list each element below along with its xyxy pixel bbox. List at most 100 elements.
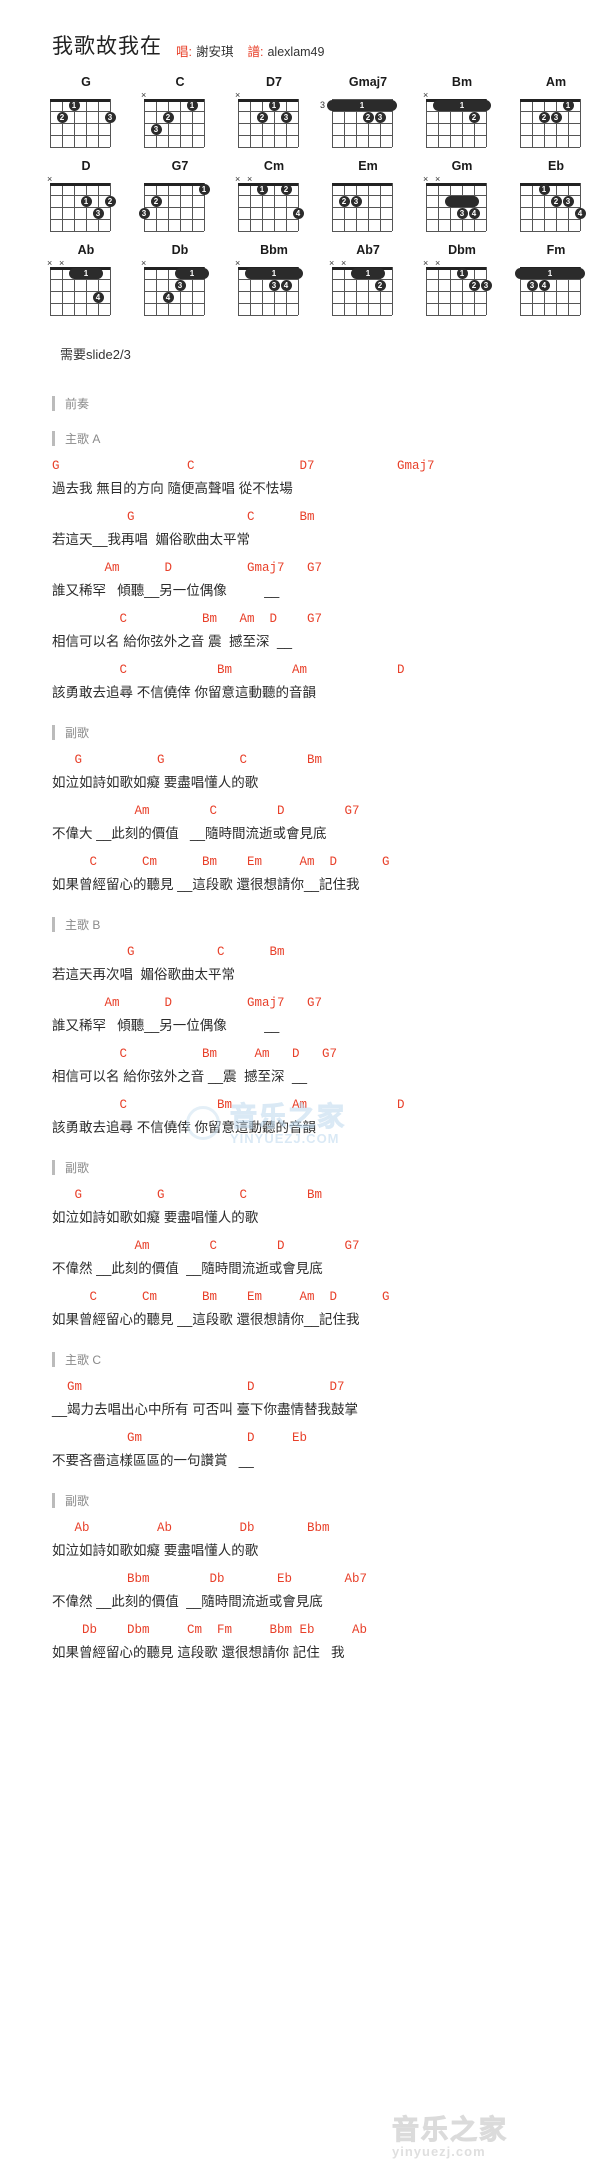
finger-dot: 4 (92, 291, 104, 303)
lyrics-section: 副歌 G G C Bm 如泣如詩如歌如癡 要盡唱懂人的歌 Am C D G7 不偉然… (52, 1159, 612, 1333)
fretboard: × × 3 4 (412, 174, 506, 232)
chord-lyric-line: Ab Ab Db Bbm 如泣如詩如歌如癡 要盡唱懂人的歌 (52, 1519, 612, 1564)
chord-name-label: Ab7 (356, 243, 380, 257)
finger-dot: 1 (268, 99, 280, 111)
chord-diagram-db: Db × 1 3 4 (130, 242, 224, 316)
chord-diagram-dbm: Dbm × × 1 2 3 (412, 242, 506, 316)
chord-diagram-cm: Cm × × 1 2 4 (224, 158, 318, 232)
finger-dot: 2 (104, 195, 116, 207)
chord-lyric-line: Gm D D7 __竭力去唱出心中所有 可否叫 臺下你盡情替我鼓掌 (52, 1378, 612, 1423)
chord-line: C Bm Am D (52, 1098, 405, 1112)
finger-dot: 2 (256, 111, 268, 123)
chord-lyric-line: G G C Bm 如泣如詩如歌如癡 要盡唱懂人的歌 (52, 1186, 612, 1231)
finger-dot: 3 (374, 111, 386, 123)
chord-lyric-line: C Bm Am D 該勇敢去追尋 不信僥倖 你留意這動聽的音韻 (52, 1096, 612, 1141)
chord-line: C Bm Am D (52, 663, 405, 677)
chord-line: Am D Gmaj7 G7 (52, 996, 323, 1010)
chord-diagram-c: C × 3 2 1 (130, 74, 224, 148)
fretboard: 23 (318, 174, 412, 232)
lyric-line: 如泣如詩如歌如癡 要盡唱懂人的歌 (52, 1543, 259, 1558)
lyric-line: 相信可以名 給你弦外之音 震 撼至深 __ (52, 634, 293, 649)
tab-label: 譜: (247, 45, 264, 59)
chord-name-label: Fm (546, 243, 566, 257)
lyric-line: 不偉然 __此刻的價值 __隨時間流逝或會見底 (52, 1594, 323, 1609)
chord-name-label: C (175, 75, 185, 89)
chord-line: C Cm Bm Em Am D G (52, 1290, 390, 1304)
chord-row: Ab × × 1 4 Db × 1 3 4 Bbm × 1 3 4 Ab7 × × 1 2 Dbm × × 1 2 3 Fm 1 3 4 (36, 242, 612, 316)
chord-diagram-ab: Ab × × 1 4 (36, 242, 130, 316)
chord-lyric-line: G C D7 Gmaj7 過去我 無目的方向 隨便高聲唱 從不怯場 (52, 457, 612, 502)
finger-dot: 3 (268, 279, 280, 291)
section-label: 副歌 (65, 1161, 90, 1175)
credits: 唱: 謝安琪 譜: alexlam49 (176, 41, 334, 60)
chord-lyric-line: Gm D Eb 不要吝嗇這樣區區的一句讚賞 __ (52, 1429, 612, 1474)
chord-row: D × 1 2 3 G7 2 1 3 Cm × × 1 2 4 Em 2 3 Gm × × 3 4 Eb 1 2 3 4 (36, 158, 612, 232)
finger-dot: 2 (538, 111, 550, 123)
fret-grid (520, 183, 581, 232)
fretboard: × × 1 4 (36, 258, 130, 316)
chord-name-label: Eb (548, 159, 564, 173)
fretboard: × 1 2 3 (36, 174, 130, 232)
fret-grid (50, 183, 111, 232)
fretboard: × 1 2 (412, 90, 506, 148)
lyrics-body: 前奏 主歌 A G C D7 Gmaj7 過去我 無目的方向 隨便高聲唱 從不怯場 G… (0, 369, 612, 2159)
chord-diagram-fm: Fm 1 3 4 (506, 242, 600, 316)
chord-name-label: Gmaj7 (348, 75, 388, 89)
fretboard: × × 1 2 4 (224, 174, 318, 232)
page-title: 我歌故我在 (52, 35, 162, 58)
barre-marker: 1 (175, 267, 209, 279)
barre-marker: 1 (515, 267, 585, 279)
section-header: 主歌 B (52, 916, 612, 933)
chord-line: C Bm Am D G7 (52, 1047, 338, 1061)
finger-dot: 3 (280, 111, 292, 123)
chord-name-label: G (81, 75, 91, 89)
chord-diagram-eb: Eb 1 2 3 4 (506, 158, 600, 232)
chord-diagram-em: Em 2 3 (318, 158, 412, 232)
section-label: 副歌 (65, 1494, 90, 1508)
finger-dot: 3 (92, 207, 104, 219)
lyric-line: 該勇敢去追尋 不信僥倖 你留意這動聽的音韻 (52, 1120, 317, 1135)
chord-diagram-area: G 2 1 3 C × 3 2 1 D7 × 2 1 3 Gmaj7 3 1 2 3 Bm × 1 2 Am 2 3 1 D × 1 2 3 G… (0, 66, 612, 316)
fret-position-number: 3 (320, 100, 326, 110)
lyric-line: 如泣如詩如歌如癡 要盡唱懂人的歌 (52, 775, 259, 790)
finger-dot: 2 (468, 279, 480, 291)
chord-lyric-line: C Bm Am D 該勇敢去追尋 不信僥倖 你留意這動聽的音韻 (52, 661, 612, 706)
chord-line: Am C D G7 (52, 1239, 360, 1253)
chord-diagram-gm: Gm × × 3 4 (412, 158, 506, 232)
lyric-line: 過去我 無目的方向 隨便高聲唱 從不怯場 (52, 481, 293, 496)
barre-marker: 1 (351, 267, 385, 279)
tab-author: alexlam49 (267, 45, 325, 59)
chord-diagram-d: D × 1 2 3 (36, 158, 130, 232)
finger-dot: 1 (456, 267, 468, 279)
finger-dot: 1 (68, 99, 80, 111)
finger-dot: 4 (574, 207, 586, 219)
finger-dot: 3 (350, 195, 362, 207)
chord-lyric-line: C Bm Am D G7 相信可以名 給你弦外之音 __震 撼至深 __ (52, 1045, 612, 1090)
lyric-line: 如果曾經留心的聽見 __這段歌 還很想請你__記住我 (52, 877, 360, 892)
chord-name-label: Cm (263, 159, 285, 173)
chord-diagram-g7: G7 2 1 3 (130, 158, 224, 232)
chord-name-label: D7 (266, 75, 282, 89)
finger-dot: 3 (150, 123, 162, 135)
chord-name-label: Bm (451, 75, 473, 89)
fret-grid (238, 99, 299, 148)
finger-dot: 1 (186, 99, 198, 111)
finger-dot: 2 (550, 195, 562, 207)
fretboard: × 1 3 4 (224, 258, 318, 316)
section-accent-bar (52, 1160, 55, 1175)
fretboard: 231 (506, 90, 600, 148)
finger-dot: 2 (338, 195, 350, 207)
section-accent-bar (52, 396, 55, 411)
finger-dot: 2 (150, 195, 162, 207)
fretboard: 3123 (318, 90, 412, 148)
chord-line: C Bm Am D G7 (52, 612, 323, 626)
lyrics-section: 副歌 G G C Bm 如泣如詩如歌如癡 要盡唱懂人的歌 Am C D G7 不偉大… (52, 724, 612, 898)
section-header: 主歌 A (52, 430, 612, 447)
lyric-line: __竭力去唱出心中所有 可否叫 臺下你盡情替我鼓掌 (52, 1402, 359, 1417)
chord-line: G C Bm (52, 510, 315, 524)
section-label: 副歌 (65, 726, 90, 740)
fret-grid (426, 183, 487, 232)
chord-name-label: Ab (77, 243, 95, 257)
finger-dot: 3 (550, 111, 562, 123)
chord-row: G 2 1 3 C × 3 2 1 D7 × 2 1 3 Gmaj7 3 1 2 3 Bm × 1 2 Am 2 3 1 (36, 74, 612, 148)
